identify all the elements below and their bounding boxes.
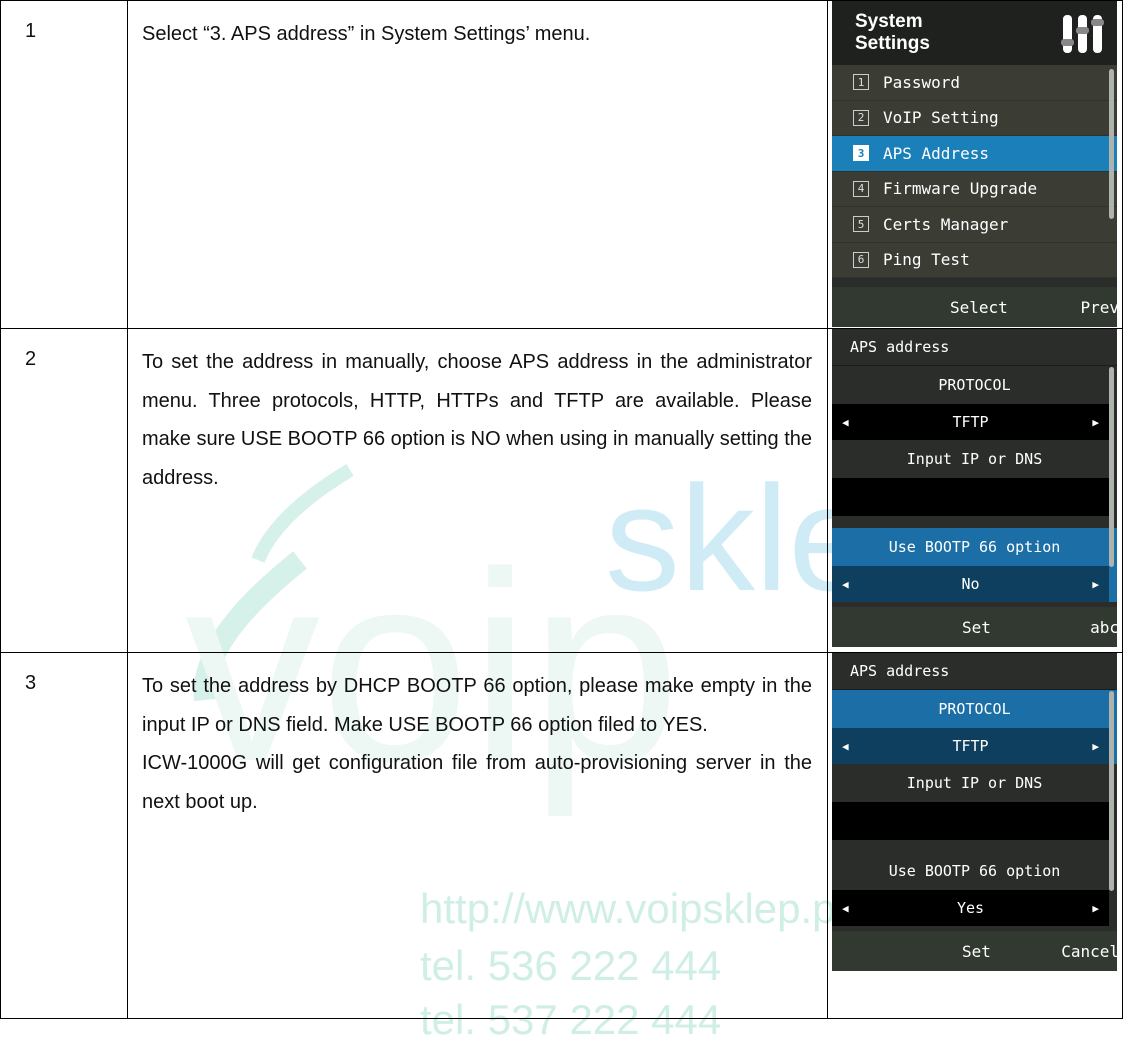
menu-item-number: 2 (853, 109, 869, 126)
softkey-bar: Set Cancel (832, 931, 1117, 971)
menu-item-number: 5 (853, 216, 869, 233)
bootp-select[interactable]: ◀ No ▶ (832, 566, 1109, 602)
arrow-left-icon[interactable]: ◀ (842, 578, 849, 591)
menu-item-label: Password (883, 72, 961, 92)
arrow-right-icon[interactable]: ▶ (1092, 578, 1099, 591)
menu-item-certs-manager[interactable]: 5 Certs Manager (832, 207, 1117, 243)
screen-cell: System Settings 1 Password 2 VoIP Settin… (827, 0, 1123, 329)
screen-title: APS address (832, 329, 1117, 366)
protocol-block: PROTOCOL ◀ TFTP ▶ (832, 366, 1117, 440)
screen-cell: APS address PROTOCOL ◀ TFTP ▶ Input IP o… (827, 328, 1123, 653)
step-number-cell: 1 (0, 0, 128, 329)
protocol-select[interactable]: ◀ TFTP ▶ (832, 404, 1109, 440)
menu-item-number: 1 (853, 74, 869, 91)
menu-item-label: Ping Test (883, 250, 970, 270)
step-description: Select “3. APS address” in System Settin… (142, 23, 591, 45)
input-ip-dns-label: Input IP or DNS (906, 450, 1043, 468)
bootp-select[interactable]: ◀ Yes ▶ (832, 890, 1109, 926)
table-row: 2 To set the address in manually, choose… (0, 328, 1123, 653)
prev-softkey[interactable]: Prev (1080, 298, 1117, 317)
scrollbar[interactable] (1109, 69, 1114, 219)
input-ip-dns-field[interactable] (832, 478, 1109, 516)
cancel-softkey[interactable]: Cancel (1061, 942, 1117, 961)
steps-table: 1 Select “3. APS address” in System Sett… (0, 0, 1123, 1019)
arrow-right-icon[interactable]: ▶ (1092, 740, 1099, 753)
protocol-label: PROTOCOL (938, 376, 1011, 394)
protocol-select[interactable]: ◀ TFTP ▶ (832, 728, 1109, 764)
input-block: Input IP or DNS (832, 440, 1117, 516)
aps-address-screen: APS address PROTOCOL ◀ TFTP ▶ Input IP o… (832, 329, 1117, 647)
set-softkey[interactable]: Set (962, 618, 991, 637)
bootp-label: Use BOOTP 66 option (888, 538, 1061, 556)
bootp-block: Use BOOTP 66 option ◀ Yes ▶ (832, 852, 1117, 926)
screen-title: APS address (832, 653, 1117, 690)
scrollbar[interactable] (1109, 691, 1114, 891)
settings-menu: 1 Password 2 VoIP Setting 3 APS Address … (832, 65, 1117, 278)
menu-item-label: APS Address (883, 143, 989, 163)
input-block: Input IP or DNS (832, 764, 1117, 840)
menu-item-voip-setting[interactable]: 2 VoIP Setting (832, 100, 1117, 136)
arrow-left-icon[interactable]: ◀ (842, 416, 849, 429)
step-number: 2 (25, 348, 37, 370)
step-number-cell: 3 (0, 652, 128, 1019)
protocol-value: TFTP (952, 413, 989, 431)
set-softkey[interactable]: Set (962, 942, 991, 961)
scrollbar[interactable] (1109, 367, 1114, 567)
menu-item-label: Certs Manager (883, 214, 1009, 234)
step-description: To set the address in manually, choose A… (142, 351, 812, 489)
protocol-value: TFTP (952, 737, 989, 755)
system-settings-screen: System Settings 1 Password 2 VoIP Settin… (832, 1, 1117, 327)
step-description-cell: To set the address in manually, choose A… (127, 328, 828, 653)
softkey-bar: Set abc (832, 607, 1117, 647)
menu-item-ping-test[interactable]: 6 Ping Test (832, 242, 1117, 278)
menu-item-label: Firmware Upgrade (883, 179, 1038, 199)
menu-item-number: 4 (853, 180, 869, 197)
arrow-left-icon[interactable]: ◀ (842, 740, 849, 753)
step-description: To set the address by DHCP BOOTP 66 opti… (142, 675, 812, 736)
input-ip-dns-field[interactable] (832, 802, 1109, 840)
bootp-value: Yes (956, 899, 985, 917)
arrow-right-icon[interactable]: ▶ (1092, 416, 1099, 429)
protocol-label: PROTOCOL (938, 700, 1011, 718)
select-softkey[interactable]: Select (950, 298, 1008, 317)
menu-item-label: VoIP Setting (883, 108, 999, 128)
settings-sliders-icon (1061, 15, 1104, 53)
menu-item-firmware-upgrade[interactable]: 4 Firmware Upgrade (832, 171, 1117, 207)
bootp-value: No (961, 575, 980, 593)
table-row: 3 To set the address by DHCP BOOTP 66 op… (0, 652, 1123, 1019)
input-ip-dns-label: Input IP or DNS (906, 774, 1043, 792)
step-description-cell: Select “3. APS address” in System Settin… (127, 0, 828, 329)
softkey-bar: Select Prev (832, 287, 1117, 327)
step-number-cell: 2 (0, 328, 128, 653)
abc-softkey[interactable]: abc (1090, 618, 1117, 637)
bootp-block: Use BOOTP 66 option ◀ No ▶ (832, 528, 1117, 602)
menu-item-password[interactable]: 1 Password (832, 65, 1117, 101)
screen-cell: APS address PROTOCOL ◀ TFTP ▶ Input IP o… (827, 652, 1123, 1019)
bootp-label: Use BOOTP 66 option (888, 862, 1061, 880)
menu-item-aps-address[interactable]: 3 APS Address (832, 136, 1117, 172)
menu-item-number: 6 (853, 251, 869, 268)
step-description-cell: To set the address by DHCP BOOTP 66 opti… (127, 652, 828, 1019)
step-number: 3 (25, 672, 37, 694)
arrow-right-icon[interactable]: ▶ (1092, 902, 1099, 915)
protocol-block: PROTOCOL ◀ TFTP ▶ (832, 690, 1117, 764)
arrow-left-icon[interactable]: ◀ (842, 902, 849, 915)
menu-item-number: 3 (853, 145, 869, 162)
screen-header: System Settings (832, 1, 1117, 65)
table-row: 1 Select “3. APS address” in System Sett… (0, 0, 1123, 329)
step-number: 1 (25, 20, 37, 42)
aps-address-screen: APS address PROTOCOL ◀ TFTP ▶ Input IP o… (832, 653, 1117, 971)
screen-title: System Settings (855, 11, 930, 54)
step-description: ICW-1000G will get configuration file fr… (142, 752, 812, 813)
